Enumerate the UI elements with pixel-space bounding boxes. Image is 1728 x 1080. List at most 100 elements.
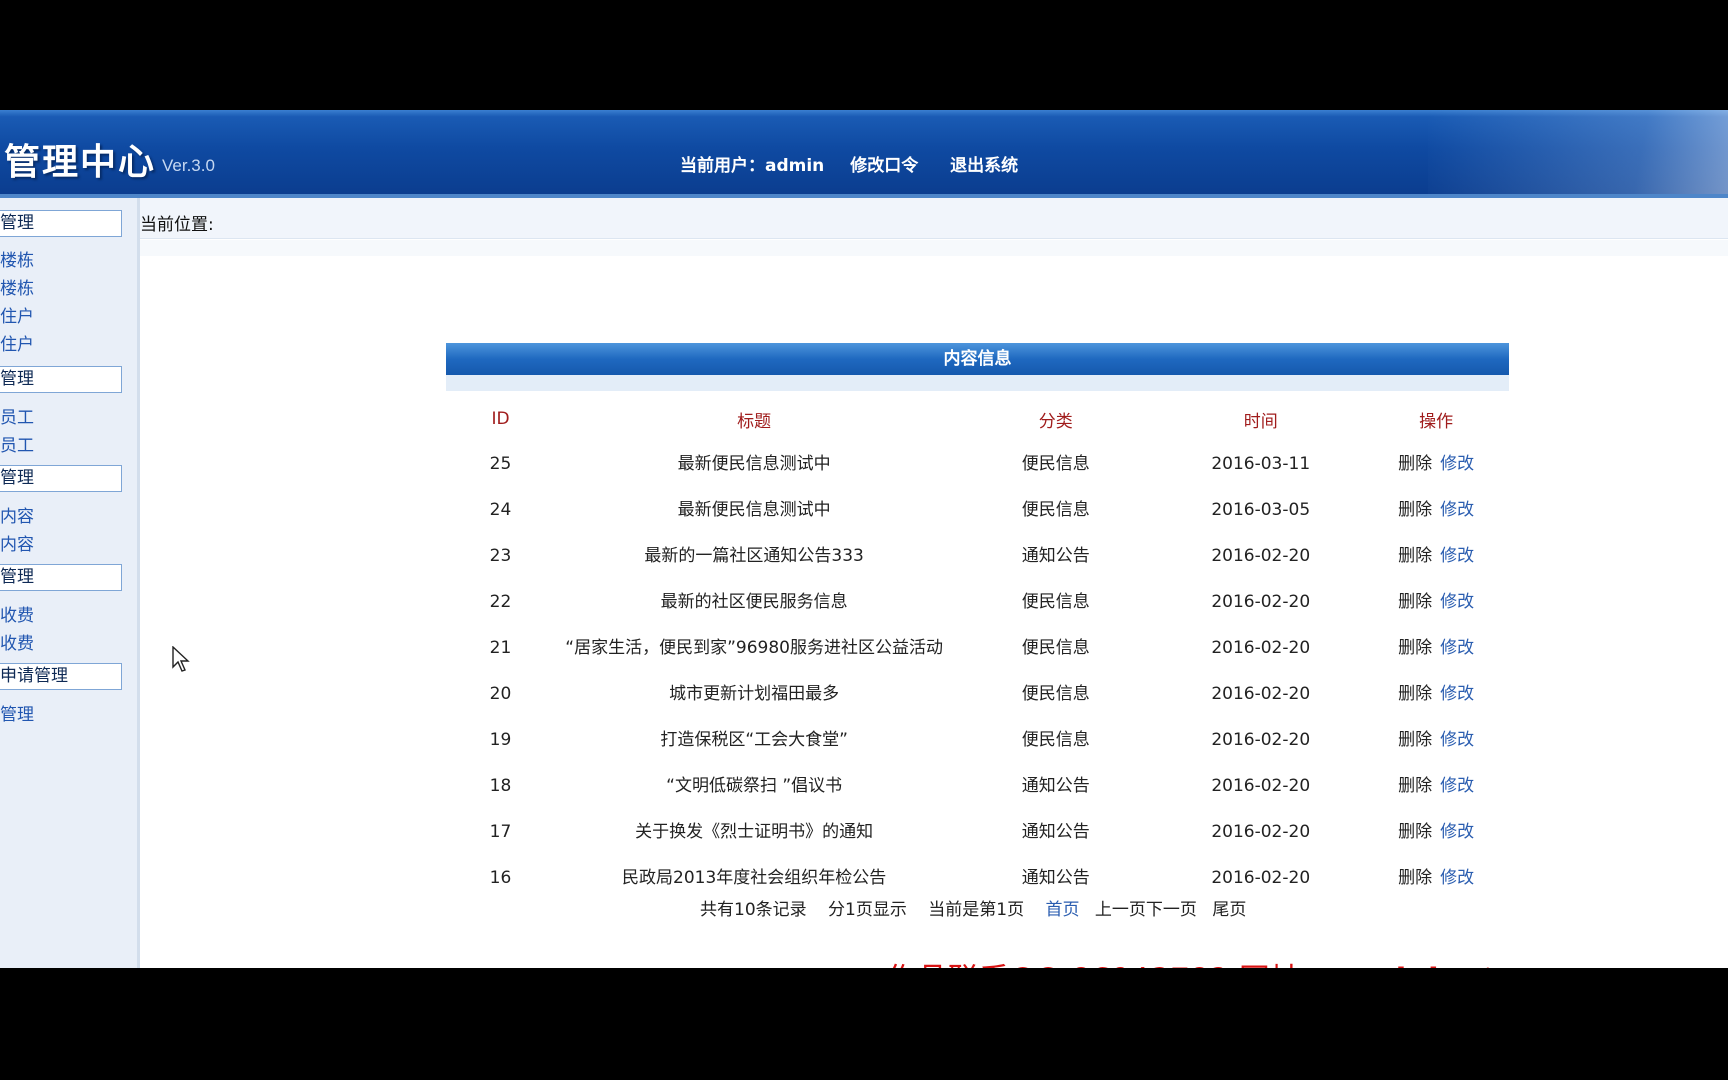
cell-category: 通知公告 bbox=[1021, 776, 1090, 796]
edit-link[interactable]: 修改 bbox=[1440, 592, 1474, 612]
pager-total: 共有10条记录 bbox=[700, 900, 807, 920]
sidebar-item[interactable]: 员工 bbox=[0, 431, 34, 456]
sidebar-item[interactable]: 收费 bbox=[0, 629, 34, 654]
cell-id: 22 bbox=[489, 592, 512, 612]
cell-actions: 删除 修改 bbox=[1363, 671, 1509, 717]
table-row: 20 城市更新计划福田最多 便民信息 2016-02-20 删除 修改 bbox=[446, 671, 1509, 717]
sidebar-item[interactable]: 收费 bbox=[0, 601, 34, 626]
cell-id: 25 bbox=[489, 454, 512, 474]
sidebar-group-header[interactable]: 管理 bbox=[0, 465, 122, 492]
cell-actions: 删除 修改 bbox=[1363, 579, 1509, 625]
pager-current: 当前是第1页 bbox=[928, 900, 1025, 920]
delete-link[interactable]: 删除 bbox=[1398, 454, 1432, 474]
cell-time: 2016-02-20 bbox=[1211, 730, 1311, 750]
delete-link[interactable]: 删除 bbox=[1398, 638, 1432, 658]
delete-link[interactable]: 删除 bbox=[1398, 592, 1432, 612]
table-row: 21 “居家生活，便民到家”96980服务进社区公益活动 便民信息 2016-02-2… bbox=[446, 625, 1509, 671]
sidebar-group-header[interactable]: 管理 bbox=[0, 366, 122, 393]
table-header-row: ID 标题 分类 时间 操作 bbox=[446, 397, 1509, 441]
delete-link[interactable]: 删除 bbox=[1398, 868, 1432, 888]
column-header-category: 分类 bbox=[1038, 411, 1073, 432]
table-row: 19 打造保税区“工会大食堂” 便民信息 2016-02-20 删除 修改 bbox=[446, 717, 1509, 763]
column-header-time: 时间 bbox=[1243, 411, 1278, 432]
table-row: 18 “文明低碳祭扫 ”倡议书 通知公告 2016-02-20 删除 修改 bbox=[446, 763, 1509, 809]
panel-subbar bbox=[446, 375, 1509, 391]
version-label: Ver.3.0 bbox=[162, 156, 215, 175]
delete-link[interactable]: 删除 bbox=[1398, 546, 1432, 566]
edit-link[interactable]: 修改 bbox=[1440, 730, 1474, 750]
cell-id: 19 bbox=[489, 730, 512, 750]
table-row: 17 关于换发《烈士证明书》的通知 通知公告 2016-02-20 删除 修改 bbox=[446, 809, 1509, 855]
edit-link[interactable]: 修改 bbox=[1440, 546, 1474, 566]
cell-category: 便民信息 bbox=[1021, 500, 1090, 520]
edit-link[interactable]: 修改 bbox=[1440, 454, 1474, 474]
edit-link[interactable]: 修改 bbox=[1440, 500, 1474, 520]
delete-link[interactable]: 删除 bbox=[1398, 684, 1432, 704]
cell-actions: 删除 修改 bbox=[1363, 855, 1509, 901]
cell-id: 18 bbox=[489, 776, 512, 796]
sidebar-item[interactable]: 管理 bbox=[0, 700, 34, 725]
cell-category: 便民信息 bbox=[1021, 730, 1090, 750]
sidebar-item[interactable]: 员工 bbox=[0, 403, 34, 428]
location-bar-shadow bbox=[140, 240, 1728, 256]
content-table: ID 标题 分类 时间 操作 25 最新便民信息测试中 便民信息 2016-03-11… bbox=[446, 397, 1509, 901]
cell-category: 便民信息 bbox=[1021, 638, 1090, 658]
logout-link[interactable]: 退出系统 bbox=[950, 156, 1018, 176]
cell-time: 2016-03-11 bbox=[1211, 454, 1311, 474]
edit-link[interactable]: 修改 bbox=[1440, 684, 1474, 704]
pagination: 共有10条记录 分1页显示 当前是第1页 首页 上一页下一页 尾页 bbox=[700, 895, 1246, 920]
cell-actions: 删除 修改 bbox=[1363, 487, 1509, 533]
delete-link[interactable]: 删除 bbox=[1398, 730, 1432, 750]
cell-title: 最新的社区便民服务信息 bbox=[660, 592, 848, 612]
change-password-link[interactable]: 修改口令 bbox=[850, 156, 918, 176]
current-user: 当前用户：admin bbox=[680, 156, 825, 176]
delete-link[interactable]: 删除 bbox=[1398, 500, 1432, 520]
sidebar: 管理 楼栋 楼栋 住户 住户 管理 员工 员工 管理 内容 内容 管理 收费 收… bbox=[0, 198, 140, 968]
cell-title: 最新的一篇社区通知公告333 bbox=[644, 546, 864, 566]
edit-link[interactable]: 修改 bbox=[1440, 776, 1474, 796]
cell-title: 打造保税区“工会大食堂” bbox=[660, 730, 848, 750]
top-header: 管理中心 Ver.3.0 当前用户：admin 修改口令 退出系统 bbox=[0, 110, 1728, 198]
table-row: 22 最新的社区便民服务信息 便民信息 2016-02-20 删除 修改 bbox=[446, 579, 1509, 625]
sidebar-item[interactable]: 住户 bbox=[0, 302, 34, 327]
cell-actions: 删除 修改 bbox=[1363, 533, 1509, 579]
sidebar-group-header[interactable]: 管理 bbox=[0, 564, 122, 591]
top-nav: 当前用户：admin 修改口令 退出系统 bbox=[680, 151, 1044, 176]
sidebar-group-header[interactable]: 管理 bbox=[0, 210, 122, 237]
edit-link[interactable]: 修改 bbox=[1440, 822, 1474, 842]
pager-last[interactable]: 尾页 bbox=[1212, 900, 1246, 920]
cell-title: “居家生活，便民到家”96980服务进社区公益活动 bbox=[565, 638, 943, 658]
cell-time: 2016-02-20 bbox=[1211, 546, 1311, 566]
cell-id: 24 bbox=[489, 500, 512, 520]
cell-id: 20 bbox=[489, 684, 512, 704]
pager-prev-next[interactable]: 上一页下一页 bbox=[1095, 900, 1197, 920]
location-bar: 当前位置: bbox=[140, 198, 1728, 239]
sidebar-item[interactable]: 内容 bbox=[0, 502, 34, 527]
sidebar-item[interactable]: 内容 bbox=[0, 530, 34, 555]
delete-link[interactable]: 删除 bbox=[1398, 776, 1432, 796]
cell-id: 16 bbox=[489, 868, 512, 888]
cell-category: 通知公告 bbox=[1021, 822, 1090, 842]
panel-title: 内容信息 bbox=[446, 343, 1509, 375]
pager-first-link[interactable]: 首页 bbox=[1046, 900, 1080, 920]
sidebar-item[interactable]: 楼栋 bbox=[0, 246, 34, 271]
location-label: 当前位置: bbox=[140, 215, 214, 235]
column-header-id: ID bbox=[491, 409, 510, 429]
sidebar-group-header[interactable]: 申请管理 bbox=[0, 663, 122, 690]
table-row: 23 最新的一篇社区通知公告333 通知公告 2016-02-20 删除 修改 bbox=[446, 533, 1509, 579]
edit-link[interactable]: 修改 bbox=[1440, 638, 1474, 658]
cell-title: 关于换发《烈士证明书》的通知 bbox=[635, 822, 874, 842]
cell-actions: 删除 修改 bbox=[1363, 625, 1509, 671]
table-row: 24 最新便民信息测试中 便民信息 2016-03-05 删除 修改 bbox=[446, 487, 1509, 533]
cell-id: 23 bbox=[489, 546, 512, 566]
edit-link[interactable]: 修改 bbox=[1440, 868, 1474, 888]
sidebar-item[interactable]: 住户 bbox=[0, 330, 34, 355]
cell-time: 2016-03-05 bbox=[1211, 500, 1311, 520]
table-row: 25 最新便民信息测试中 便民信息 2016-03-11 删除 修改 bbox=[446, 441, 1509, 487]
sidebar-item[interactable]: 楼栋 bbox=[0, 274, 34, 299]
cell-time: 2016-02-20 bbox=[1211, 776, 1311, 796]
cell-title: 城市更新计划福田最多 bbox=[669, 684, 840, 704]
mouse-pointer-icon bbox=[172, 646, 190, 672]
app-logo: 管理中心 bbox=[4, 142, 157, 183]
delete-link[interactable]: 删除 bbox=[1398, 822, 1432, 842]
